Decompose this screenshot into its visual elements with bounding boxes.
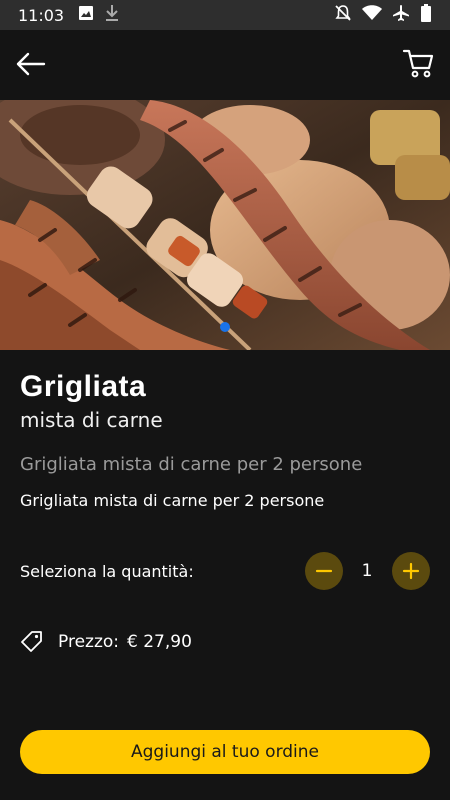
product-image-carousel[interactable] xyxy=(0,100,450,350)
cart-button[interactable] xyxy=(402,46,436,80)
notifications-off-icon xyxy=(334,4,352,26)
product-subtitle: mista di carne xyxy=(20,408,163,432)
arrow-left-icon xyxy=(16,52,46,76)
battery-icon xyxy=(420,4,432,26)
back-button[interactable] xyxy=(14,48,50,80)
price-tag-icon xyxy=(21,631,42,652)
carousel-page-indicator xyxy=(220,322,230,332)
image-icon xyxy=(78,5,94,25)
add-to-order-button[interactable]: Aggiungi al tuo ordine xyxy=(20,730,430,774)
minus-icon xyxy=(315,569,333,573)
price-row: Prezzo: € 27,90 xyxy=(20,630,192,654)
wifi-icon xyxy=(362,5,382,25)
price-label: Prezzo: xyxy=(58,632,120,652)
product-image xyxy=(0,100,450,350)
product-title: Grigliata xyxy=(20,370,147,403)
app-bar xyxy=(0,30,450,100)
price-value: € 27,90 xyxy=(127,632,192,652)
status-bar: 11:03 xyxy=(0,0,450,30)
airplane-icon xyxy=(392,4,410,26)
download-icon xyxy=(104,4,120,26)
quantity-value: 1 xyxy=(361,561,373,581)
cart-icon xyxy=(402,49,434,78)
quantity-label: Seleziona la quantità: xyxy=(20,562,194,581)
product-description: Grigliata mista di carne per 2 persone xyxy=(20,491,325,510)
status-time: 11:03 xyxy=(18,5,65,25)
plus-icon xyxy=(402,562,420,580)
product-description-muted: Grigliata mista di carne per 2 persone xyxy=(20,454,363,475)
decrease-quantity-button[interactable] xyxy=(305,552,343,590)
increase-quantity-button[interactable] xyxy=(392,552,430,590)
